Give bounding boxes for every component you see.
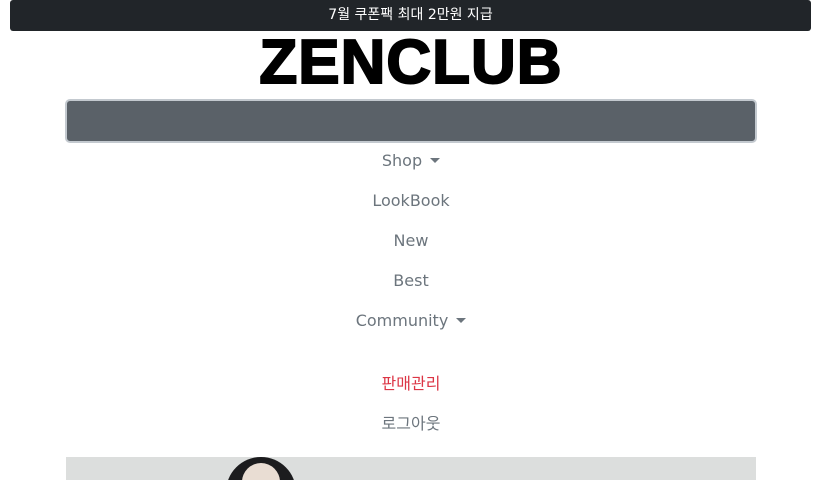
hero-image: [66, 457, 756, 480]
nav-item-logout[interactable]: 로그아웃: [0, 404, 822, 444]
nav-item-label: Best: [393, 271, 429, 290]
nav-item-lookbook[interactable]: LookBook: [0, 181, 822, 221]
chevron-down-icon: [456, 318, 467, 323]
promo-text: 7월 쿠폰팩 최대 2만원 지급: [328, 7, 493, 23]
nav-item-label: LookBook: [372, 191, 450, 210]
nav-item-shop[interactable]: Shop: [0, 141, 822, 181]
promo-banner[interactable]: 7월 쿠폰팩 최대 2만원 지급: [10, 0, 811, 31]
chevron-down-icon: [430, 158, 441, 163]
nav-item-label: Community: [355, 311, 449, 330]
nav-item-label: 판매관리: [381, 374, 441, 393]
nav-item-best[interactable]: Best: [0, 261, 822, 301]
nav-item-label: New: [393, 231, 429, 250]
nav-item-label: 로그아웃: [381, 414, 441, 433]
nav-item-label: Shop: [381, 151, 423, 170]
nav-item-new[interactable]: New: [0, 221, 822, 261]
navbar-toggle-button[interactable]: [65, 99, 757, 143]
logo-text: ZENCLUB: [258, 28, 563, 97]
nav-item-admin[interactable]: 판매관리: [0, 364, 822, 404]
nav-item-community[interactable]: Community: [0, 301, 822, 341]
brand-logo[interactable]: ZENCLUB: [0, 31, 822, 95]
